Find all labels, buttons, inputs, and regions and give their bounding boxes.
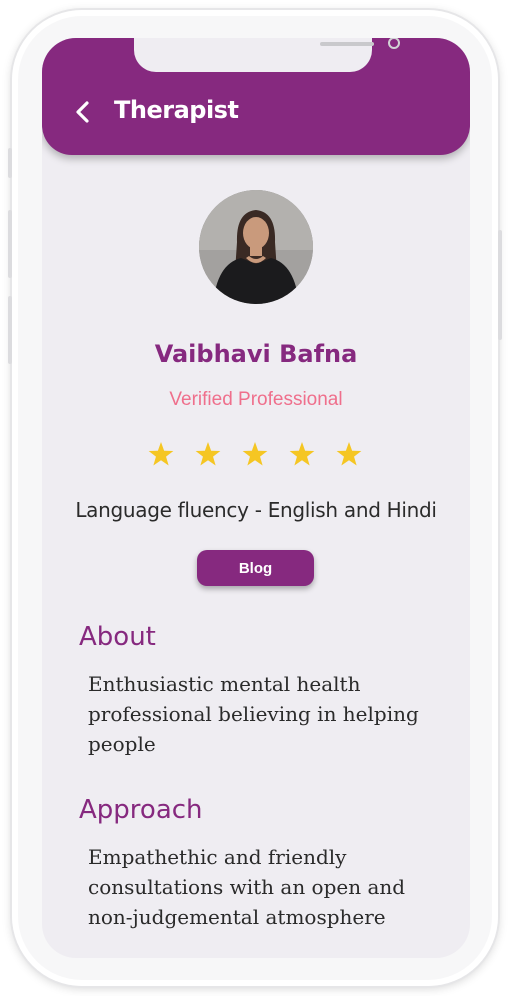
star-icon xyxy=(148,442,174,466)
about-heading: About xyxy=(79,622,156,652)
phone-notch xyxy=(134,38,400,72)
blog-button[interactable]: Blog xyxy=(197,550,314,586)
camera-icon xyxy=(388,38,400,49)
about-text: Enthusiastic mental health professional … xyxy=(88,672,419,756)
chevron-left-icon xyxy=(76,101,89,123)
approach-text: Empathethic and friendly consultations w… xyxy=(88,845,406,929)
avatar xyxy=(199,190,313,304)
verified-status: Verified Professional xyxy=(169,389,343,410)
page-title: Therapist xyxy=(114,96,239,124)
back-button[interactable] xyxy=(72,100,94,124)
star-icon xyxy=(195,442,221,466)
volume-down-button xyxy=(8,296,12,364)
app-screen: Therapist Vaibhavi Bafna Verified Profes… xyxy=(42,38,470,958)
star-icon xyxy=(242,442,268,466)
star-icon xyxy=(336,442,362,466)
side-button xyxy=(8,148,12,178)
language-fluency: Language fluency - English and Hindi xyxy=(75,498,437,522)
power-button xyxy=(498,230,502,340)
volume-up-button xyxy=(8,210,12,278)
therapist-photo xyxy=(199,190,313,304)
app-header: Therapist xyxy=(42,38,470,155)
rating-stars xyxy=(148,442,362,466)
star-icon xyxy=(289,442,315,466)
therapist-name: Vaibhavi Bafna xyxy=(154,340,358,368)
approach-heading: Approach xyxy=(79,795,203,825)
speaker-grille xyxy=(320,42,374,46)
